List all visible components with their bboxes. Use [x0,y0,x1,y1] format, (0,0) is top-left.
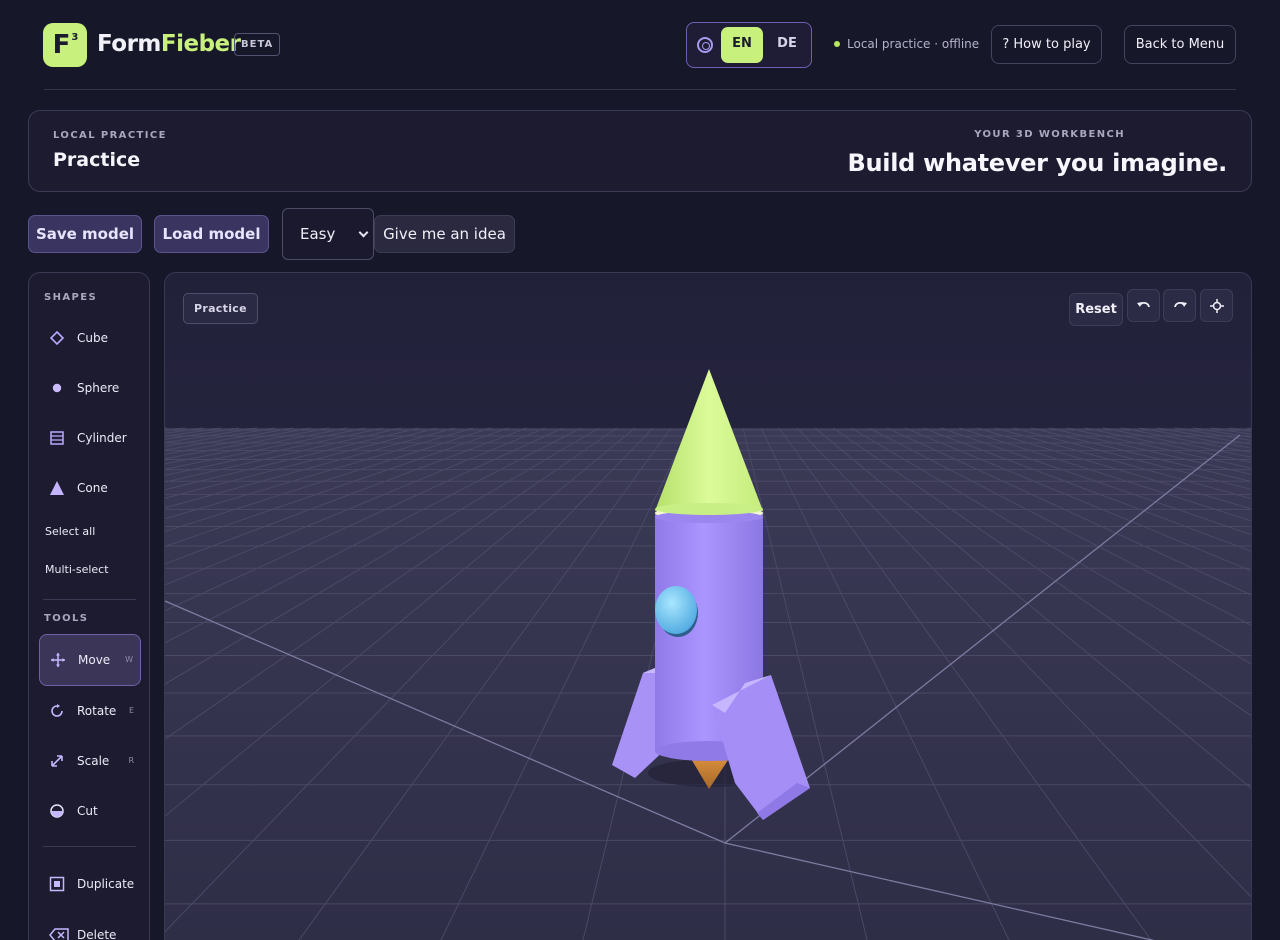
cut-icon [50,804,64,818]
shape-sphere-button[interactable]: Sphere [39,363,141,413]
scene-canvas[interactable] [165,273,1252,940]
tool-rotate-button[interactable]: Rotate E [39,686,141,736]
difficulty-select[interactable]: Easy [282,208,374,260]
lang-de-button[interactable]: DE [767,27,807,63]
tool-cut-button[interactable]: Cut [39,786,141,836]
brand-name: FormFieber [97,31,241,57]
back-to-menu-button[interactable]: Back to Menu [1124,25,1236,64]
shape-cylinder-button[interactable]: Cylinder [39,413,141,463]
beta-badge: BETA [234,33,281,56]
lang-en-button[interactable]: EN [721,27,763,63]
redo-button[interactable] [1163,289,1196,322]
sphere-icon [52,383,62,393]
move-icon [51,653,65,667]
page-title: Practice [53,149,141,171]
shape-cube-button[interactable]: Cube [39,313,141,363]
rotate-icon [51,704,63,717]
tool-scale-button[interactable]: Scale R [39,736,141,786]
shape-cone-button[interactable]: Cone [39,463,141,513]
status-dot-icon [834,41,840,47]
tools-sidebar: SHAPES Cube Sphere Cylinder Cone Select … [28,272,150,940]
header-headline: Build whatever you imagine. [847,149,1228,177]
tools-heading: TOOLS [44,613,89,624]
divider [44,89,1236,90]
divider [43,599,136,600]
undo-button[interactable] [1127,289,1160,322]
shapes-heading: SHAPES [44,292,98,303]
cube-icon [49,330,65,346]
save-model-button[interactable]: Save model [28,215,142,253]
window-sphere[interactable] [655,586,697,634]
select-all-button[interactable]: Select all [45,525,95,538]
how-to-play-button[interactable]: ? How to play [991,25,1102,64]
delete-icon [49,928,69,940]
give-idea-button[interactable]: Give me an idea [374,215,515,253]
tool-move-button[interactable]: Move W [39,634,141,686]
focus-button[interactable] [1200,289,1233,322]
mode-badge: Practice [183,293,258,324]
cylinder-icon [50,431,64,445]
duplicate-button[interactable]: Duplicate [39,859,141,909]
redo-icon [1173,301,1187,307]
load-model-button[interactable]: Load model [154,215,269,253]
focus-icon [1209,298,1224,313]
duplicate-icon [49,876,65,892]
cone-icon [50,481,64,495]
multi-select-button[interactable]: Multi-select [45,563,109,576]
divider [43,846,136,847]
language-switcher: EN DE [686,22,812,68]
delete-button[interactable]: Delete [39,910,141,940]
3d-viewport[interactable]: Practice Reset [164,272,1252,940]
top-bar: F3 FormFieber BETA EN DE Local practice … [0,0,1280,90]
chevron-down-icon [358,227,369,238]
connection-status: Local practice · offline [834,37,979,51]
undo-icon [1136,301,1150,307]
header-eyebrow-right: YOUR 3D WORKBENCH [974,129,1125,140]
logo-icon[interactable]: F3 [43,23,87,67]
reset-view-button[interactable]: Reset [1069,293,1123,326]
scale-icon [51,755,63,767]
header-card: LOCAL PRACTICE Practice YOUR 3D WORKBENC… [28,110,1252,192]
header-eyebrow: LOCAL PRACTICE [53,130,167,141]
language-icon [697,37,713,53]
